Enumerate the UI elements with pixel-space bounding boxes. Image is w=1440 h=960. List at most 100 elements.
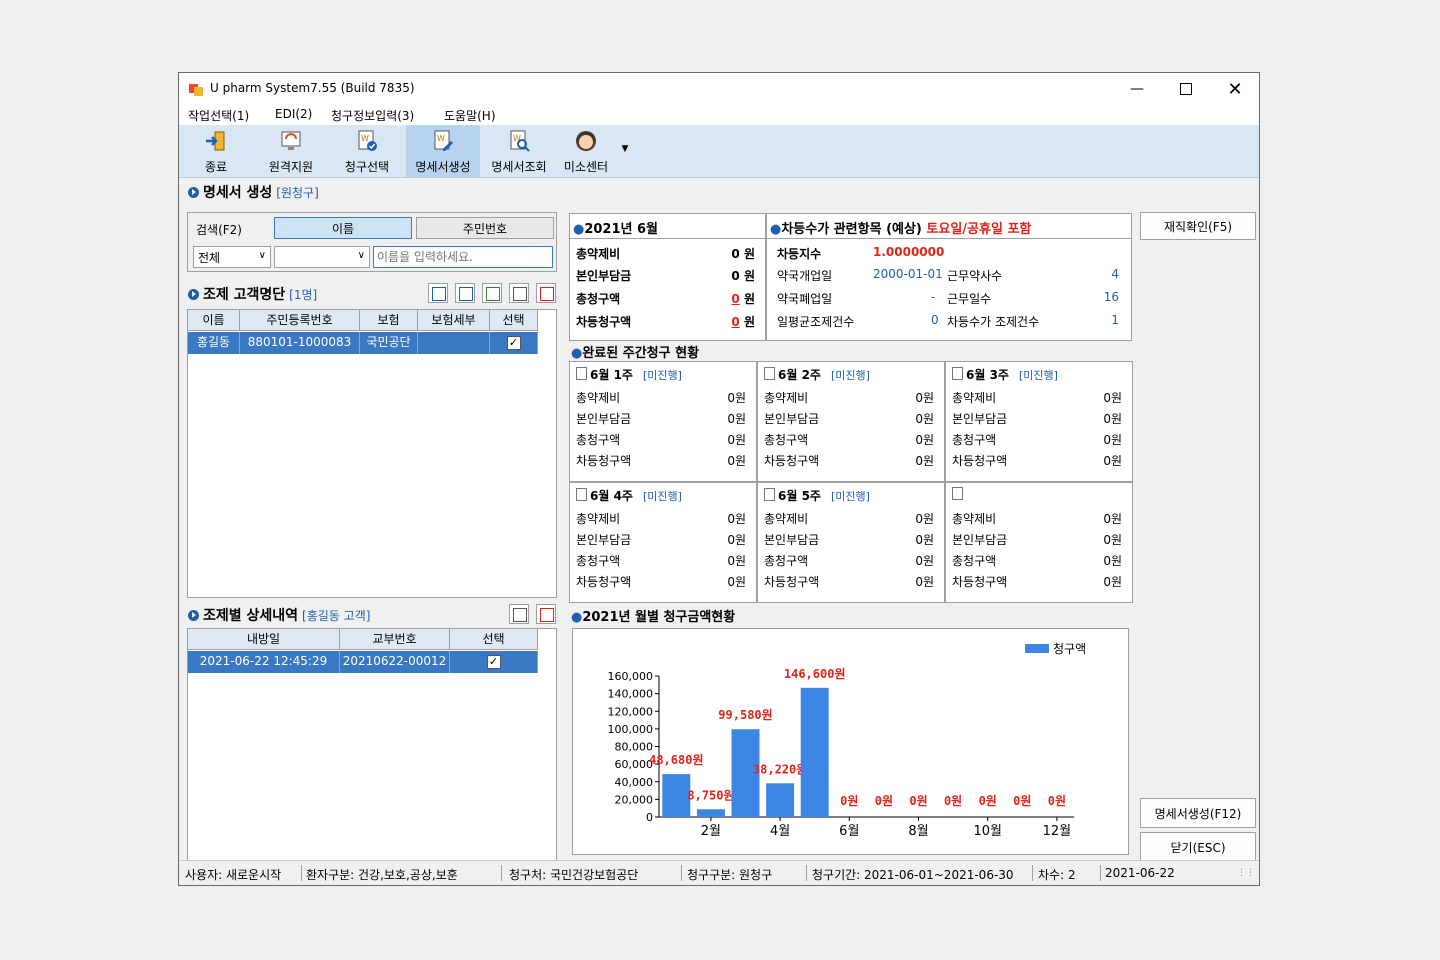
menu-bar: 작업선택(1) EDI(2) 청구정보입력(3) 도움말(H) bbox=[179, 105, 1259, 125]
recheck-button[interactable]: 재직확인(F5) bbox=[1140, 212, 1256, 240]
status-round: 차수: 2 bbox=[1038, 868, 1076, 882]
menu-work-select[interactable]: 작업선택(1) bbox=[188, 107, 249, 124]
toolbar-statement-search-button[interactable]: W 명세서조회 bbox=[482, 125, 556, 177]
menu-claim-info[interactable]: 청구정보입력(3) bbox=[331, 107, 414, 124]
week-row: 총약제비 0원 bbox=[952, 510, 1122, 528]
summary-value: 0 원 bbox=[731, 247, 755, 261]
status-claim-type: 청구구분: 원청구 bbox=[687, 868, 773, 882]
table-row[interactable]: 홍길동 880101-1000083 국민공단 ✓ bbox=[188, 332, 538, 354]
search-input[interactable] bbox=[373, 246, 553, 268]
customer-count: [1명] bbox=[289, 287, 318, 302]
week-row-label: 차등청구액 bbox=[576, 454, 632, 468]
week-title: 6월 3주 [미진행] bbox=[952, 366, 1058, 383]
close-date-label: 약국폐업일 bbox=[777, 292, 833, 306]
window-title: U pharm System7.55 (Build 7835) bbox=[210, 81, 415, 95]
column-header[interactable]: 선택 bbox=[490, 310, 538, 330]
summary-value: 0 원 bbox=[731, 269, 755, 283]
week-row-value: 0원 bbox=[1103, 533, 1122, 547]
week-row: 총약제비 0원 bbox=[576, 510, 746, 528]
week-card: 6월 1주 [미진행] 총약제비 0원 본인부담금 0원 총청구액 0원 차등청구액 0원 bbox=[569, 361, 757, 482]
summary-label: 본인부담금 bbox=[576, 269, 632, 283]
data-label: 0원 bbox=[944, 794, 962, 808]
y-tick-label: 40,000 bbox=[615, 776, 654, 789]
week-status: [미진행] bbox=[642, 490, 682, 503]
column-header[interactable]: 주민등록번호 bbox=[240, 310, 360, 330]
bar bbox=[662, 774, 691, 817]
minimize-icon: — bbox=[1130, 81, 1144, 97]
differential-summary: ●차등수가 관련항목 (예상) 토요일/공휴일 포함 차등지수 1.000000… bbox=[766, 213, 1132, 341]
week-row-label: 총약제비 bbox=[952, 391, 997, 405]
statement-create-icon: W bbox=[434, 130, 453, 151]
menu-edi[interactable]: EDI(2) bbox=[275, 107, 312, 121]
create-statement-button[interactable]: 명세서생성(F12) bbox=[1140, 798, 1256, 828]
column-header[interactable]: 내방일 bbox=[188, 629, 340, 649]
status-date: 2021-06-22 bbox=[1105, 866, 1175, 880]
week-row-label: 본인부담금 bbox=[952, 533, 1008, 547]
week-row: 총약제비 0원 bbox=[764, 389, 934, 407]
exit-icon bbox=[206, 131, 225, 151]
week-card: 6월 4주 [미진행] 총약제비 0원 본인부담금 0원 총청구액 0원 차등청구액 0원 bbox=[569, 482, 757, 603]
legend-swatch bbox=[1025, 644, 1049, 653]
chart-panel: 0 20,000 40,000 60,000 80,000 100,000 120,000 1… bbox=[572, 628, 1129, 855]
select-all-button[interactable] bbox=[509, 283, 529, 303]
week-row: 본인부담금 0원 bbox=[952, 531, 1122, 549]
column-header[interactable]: 보험세부 bbox=[418, 310, 490, 330]
cell-rrn: 880101-1000083 bbox=[240, 332, 360, 354]
week-row-value: 0원 bbox=[915, 433, 934, 447]
y-tick-label: 80,000 bbox=[615, 741, 654, 754]
week-row-label: 총청구액 bbox=[952, 433, 997, 447]
detail-deselect-all-button[interactable] bbox=[536, 604, 556, 624]
resize-grip-icon[interactable]: ⋮⋮ bbox=[1237, 868, 1255, 878]
week-row-label: 총청구액 bbox=[576, 433, 621, 447]
week-row-value: 0원 bbox=[1103, 433, 1122, 447]
week-row: 총청구액 0원 bbox=[952, 552, 1122, 570]
summary-label: 총약제비 bbox=[576, 247, 621, 261]
column-header[interactable]: 보험 bbox=[360, 310, 418, 330]
search-tab-name[interactable]: 이름 bbox=[274, 217, 412, 239]
table-row[interactable]: 2021-06-22 12:45:29 20210622-00012 ✓ bbox=[188, 651, 538, 673]
search-tab-rrn[interactable]: 주민번호 bbox=[416, 217, 554, 239]
week-row: 총청구액 0원 bbox=[576, 552, 746, 570]
week-row-label: 차등청구액 bbox=[952, 575, 1008, 589]
cell-name: 홍길동 bbox=[188, 332, 240, 354]
title-bar: U pharm System7.55 (Build 7835) — ✕ bbox=[179, 73, 1259, 105]
chevron-down-icon: ∨ bbox=[357, 250, 365, 261]
week-row-label: 차등청구액 bbox=[764, 454, 820, 468]
week-title: 6월 4주 [미진행] bbox=[576, 487, 682, 504]
x-tick-label: 2월 bbox=[701, 824, 721, 839]
toolbar-overflow-button[interactable]: ▼ bbox=[619, 125, 631, 177]
menu-help[interactable]: 도움말(H) bbox=[444, 107, 496, 124]
maximize-button[interactable] bbox=[1162, 73, 1210, 105]
register-customer-button[interactable] bbox=[428, 283, 448, 303]
svg-text:W: W bbox=[361, 134, 369, 143]
toolbar-support-center-button[interactable]: 미소센터 bbox=[557, 125, 615, 177]
search-scope-select[interactable]: 전체 ∨ bbox=[193, 246, 271, 268]
column-header[interactable]: 이름 bbox=[188, 310, 240, 330]
column-header[interactable]: 선택 bbox=[450, 629, 538, 649]
toolbar-label: 명세서조회 bbox=[491, 160, 547, 174]
close-button[interactable]: 닫기(ESC) bbox=[1140, 832, 1256, 862]
toolbar-remote-support-button[interactable]: 원격지원 bbox=[259, 125, 323, 177]
week-row-label: 총청구액 bbox=[952, 554, 997, 568]
select-checkbox[interactable]: ✓ bbox=[486, 654, 501, 669]
select-checkbox[interactable]: ✓ bbox=[506, 335, 521, 350]
toolbar-claim-select-button[interactable]: W 청구선택 bbox=[335, 125, 399, 177]
week-row-label: 본인부담금 bbox=[764, 412, 820, 426]
detail-select-all-button[interactable] bbox=[509, 604, 529, 624]
week-row-label: 본인부담금 bbox=[764, 533, 820, 547]
week-row: 총청구액 0원 bbox=[764, 552, 934, 570]
column-header[interactable]: 교부번호 bbox=[340, 629, 450, 649]
close-window-button[interactable]: ✕ bbox=[1211, 73, 1259, 105]
check-customer-button[interactable] bbox=[482, 283, 502, 303]
minimize-button[interactable]: — bbox=[1113, 73, 1161, 105]
search-type-select[interactable]: ∨ bbox=[274, 246, 370, 268]
weekly-title: ●완료된 주간청구 현황 bbox=[571, 346, 700, 361]
monthly-claim-chart: 0 20,000 40,000 60,000 80,000 100,000 120,000 1… bbox=[608, 642, 1087, 839]
data-label: 48,680원 bbox=[649, 753, 703, 767]
differential-note: 토요일/공휴일 포함 bbox=[926, 222, 1032, 237]
toolbar-exit-button[interactable]: 종료 bbox=[191, 125, 241, 177]
toolbar-statement-create-button[interactable]: W 명세서생성 bbox=[406, 125, 480, 177]
deselect-all-button[interactable] bbox=[536, 283, 556, 303]
chart-title: ●2021년 월별 청구금액현황 bbox=[571, 610, 736, 625]
edit-customer-button[interactable] bbox=[455, 283, 475, 303]
